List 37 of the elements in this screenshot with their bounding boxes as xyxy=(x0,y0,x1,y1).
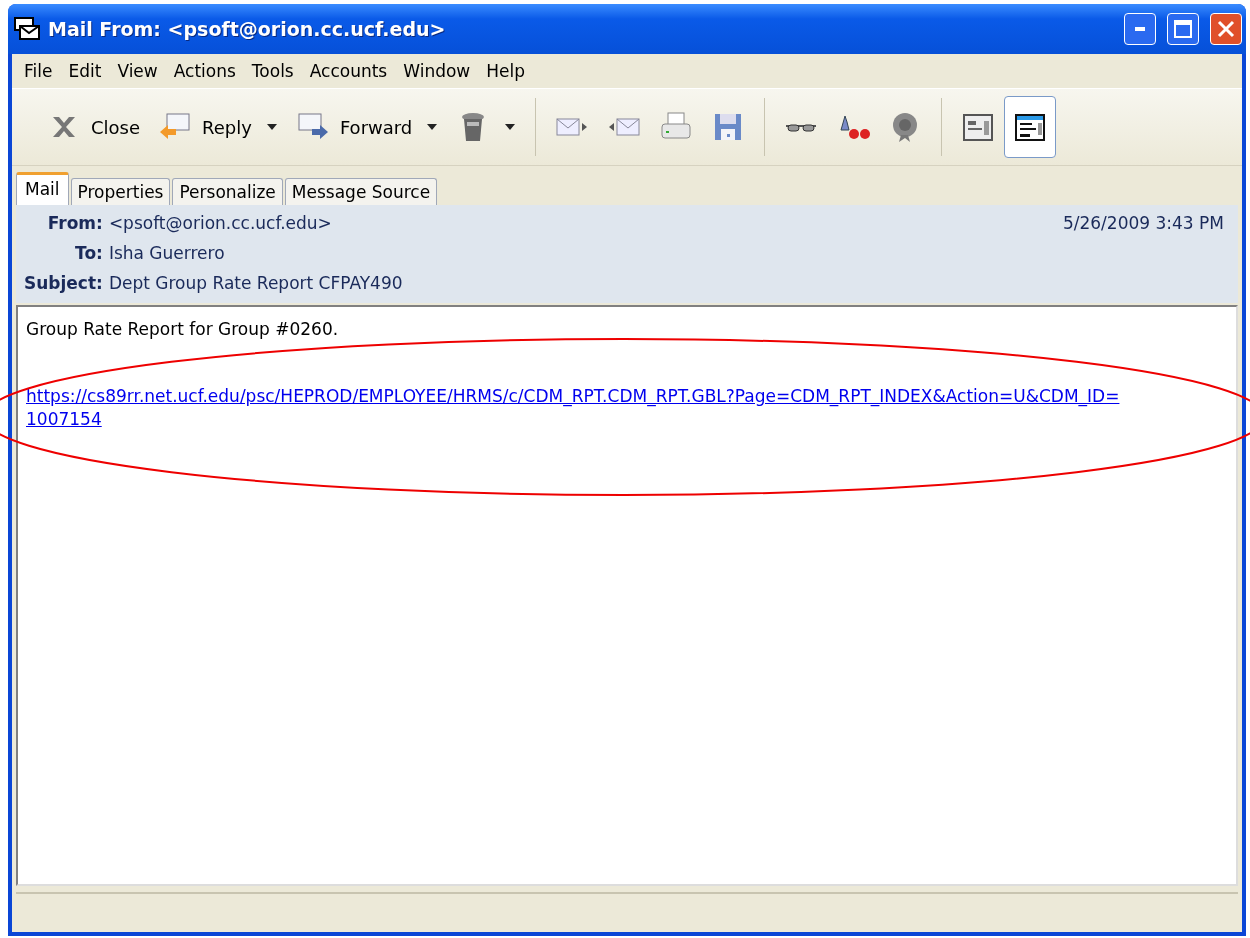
message-date: 5/26/2009 3:43 PM xyxy=(1062,213,1224,233)
caret-icon xyxy=(504,123,517,131)
toolbar-button[interactable]: Close xyxy=(38,96,150,158)
toolbar-button[interactable]: Reply xyxy=(149,96,287,158)
subject-text: Dept Group Rate Report CFPAY490 xyxy=(108,273,404,293)
close-icon xyxy=(1217,20,1235,38)
menu-item[interactable]: View xyxy=(109,61,166,81)
tab[interactable]: Mail xyxy=(16,172,69,205)
minimize-button[interactable] xyxy=(1124,13,1156,45)
message-text: Group Rate Report for Group #0260. xyxy=(26,319,340,339)
to-label: To: xyxy=(74,243,103,263)
menu-item[interactable]: Help xyxy=(478,61,533,81)
recipient-name: Isha Guerrero xyxy=(108,243,226,263)
tab[interactable]: Properties xyxy=(70,178,171,205)
subject-label: Subject: xyxy=(24,273,103,293)
toolbar-icon-button[interactable] xyxy=(1004,96,1057,158)
menu-item[interactable]: Tools xyxy=(243,61,302,81)
maximize-icon xyxy=(1174,20,1192,38)
mail-window-icon xyxy=(14,17,40,41)
tab[interactable]: Personalize xyxy=(172,178,283,205)
menu-item[interactable]: Window xyxy=(395,61,479,81)
toolbar-button[interactable]: Forward xyxy=(286,96,448,158)
menu-item[interactable]: Accounts xyxy=(301,61,396,81)
window-title: Mail From: <psoft@orion.cc.ucf.edu> xyxy=(48,18,447,40)
from-label: From: xyxy=(46,213,103,233)
glasses-icon xyxy=(784,122,819,132)
menu-item[interactable]: Actions xyxy=(165,61,244,81)
report-link[interactable]: https://cs89rr.net.ucf.edu/psc/HEPROD/EMPLOYEE/HRMS/c/CDM_RPT.CDM_RPT.GBL?Page=CDM_RPT_INDEX&Action=U&CDM_ID= 1007154 xyxy=(26,385,1120,431)
menu-item[interactable]: Edit xyxy=(60,61,110,81)
maximize-button[interactable] xyxy=(1167,13,1199,45)
minimize-icon xyxy=(1134,26,1146,32)
tab[interactable]: Message Source xyxy=(284,178,438,205)
close-button[interactable] xyxy=(1210,13,1242,45)
menu-item[interactable]: File xyxy=(16,61,61,81)
caret-icon xyxy=(426,123,439,131)
caret-icon xyxy=(265,123,278,131)
sender-address: <psoft@orion.cc.ucf.edu> xyxy=(108,213,333,233)
